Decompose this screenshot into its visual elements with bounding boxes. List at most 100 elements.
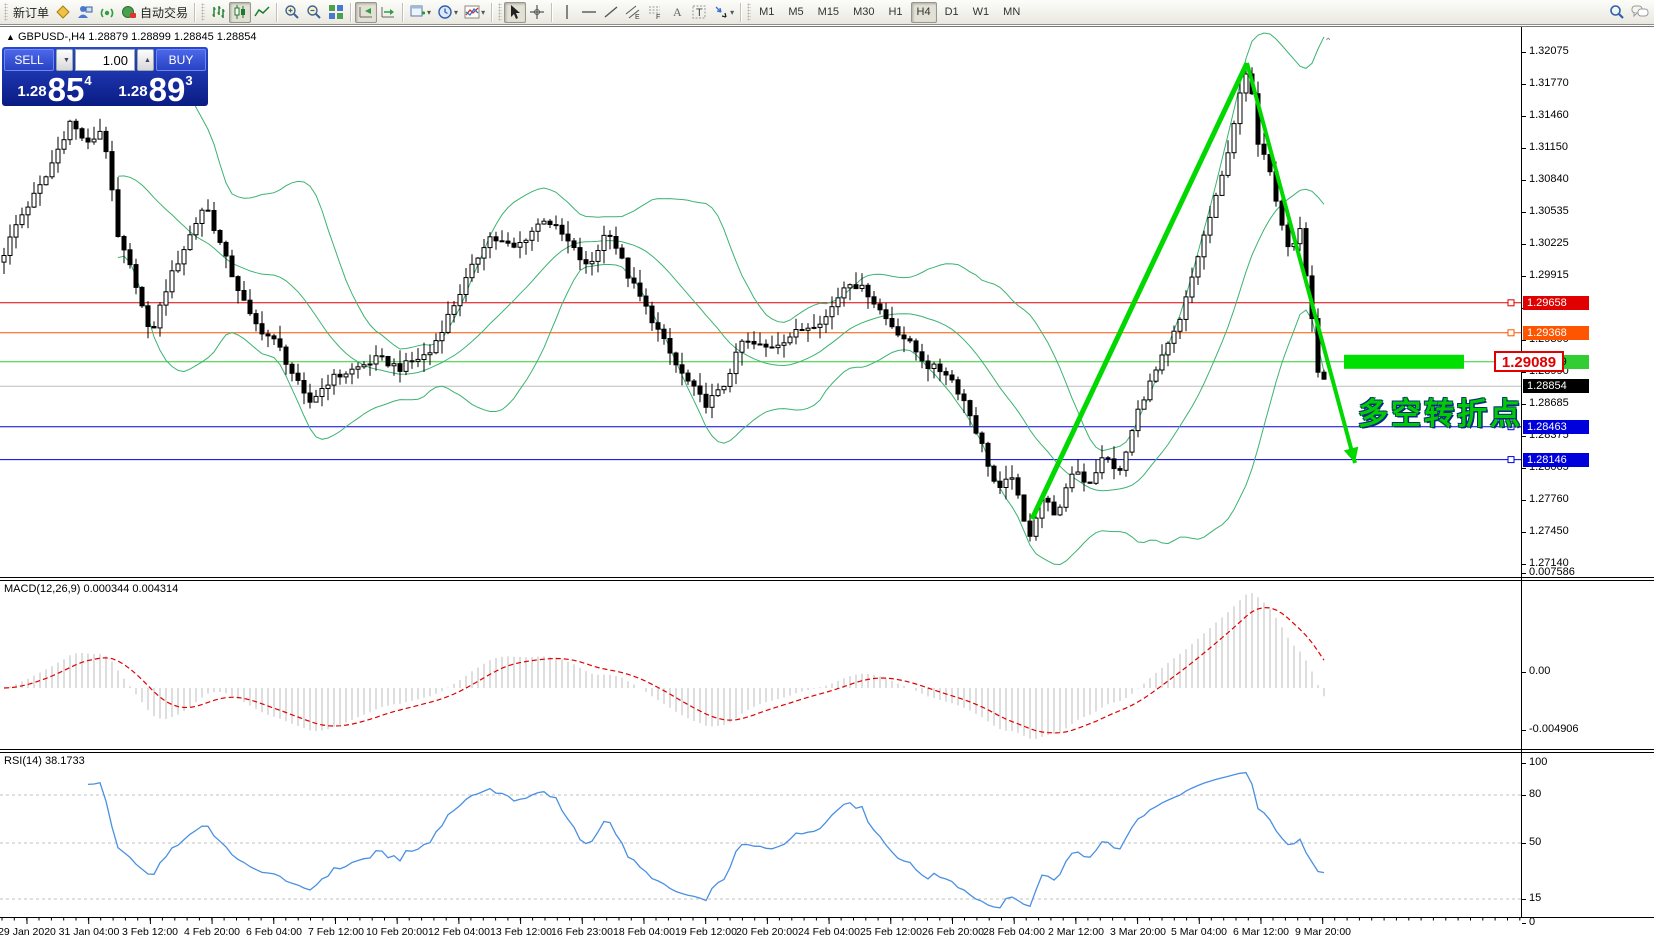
channel-icon[interactable]: E — [622, 2, 644, 23]
timeframe-MN[interactable]: MN — [997, 2, 1026, 23]
toolbar-grip — [4, 3, 8, 21]
price-line-badge: 1.28463 — [1523, 420, 1589, 434]
toolbar-separator — [350, 3, 352, 22]
arrows-button[interactable]: ▾ — [710, 2, 737, 23]
timeframe-W1[interactable]: W1 — [967, 2, 996, 23]
fibonacci-icon[interactable]: F — [644, 2, 666, 23]
crosshair-icon[interactable] — [526, 2, 548, 23]
chat-icon[interactable] — [1628, 2, 1652, 23]
sell-price[interactable]: 1.28 85 4 — [4, 72, 105, 103]
chevron-down-icon: ▾ — [427, 8, 431, 17]
price-line-badge: 1.29658 — [1523, 296, 1589, 310]
market-watch-icon[interactable] — [74, 2, 96, 23]
sell-button[interactable]: SELL — [4, 49, 54, 71]
chevron-down-icon: ▾ — [454, 8, 458, 17]
macd-label: MACD(12,26,9) 0.000344 0.004314 — [4, 583, 178, 595]
new-order-button[interactable]: 新订单 — [10, 2, 52, 23]
vertical-line-icon[interactable] — [556, 2, 578, 23]
volume-up-button[interactable]: ▲ — [137, 49, 154, 71]
timeframe-M1[interactable]: M1 — [753, 2, 780, 23]
toolbar-separator — [740, 3, 742, 22]
time-axis-label: 28 Feb 04:00 — [983, 926, 1045, 938]
chart-area: ▲ GBPUSD-,H4 1.28879 1.28899 1.28845 1.2… — [0, 26, 1654, 947]
metaquotes-icon[interactable] — [52, 2, 74, 23]
buy-price-prefix: 1.28 — [118, 83, 147, 100]
main-price-chart[interactable] — [0, 27, 1521, 577]
one-click-trading-panel: SELL ▼ ▲ BUY 1.28 85 4 1.28 89 3 — [2, 47, 208, 106]
buy-price-big: 89 — [149, 76, 186, 103]
symbol-quotes: 1.28879 1.28899 1.28845 1.28854 — [88, 31, 256, 43]
volume-input[interactable] — [75, 49, 135, 71]
time-axis-ticks — [0, 918, 1521, 926]
price-line-badge: 1.29368 — [1523, 326, 1589, 340]
toolbar-grip — [498, 3, 502, 21]
search-icon[interactable] — [1606, 2, 1628, 23]
line-chart-icon[interactable] — [251, 2, 273, 23]
plot-region[interactable] — [0, 27, 1521, 947]
macd-pane[interactable] — [0, 581, 1521, 749]
profiles-clock-button[interactable]: ▾ — [434, 2, 461, 23]
pane-splitter[interactable] — [0, 577, 1654, 581]
buy-price[interactable]: 1.28 89 3 — [105, 72, 206, 103]
sell-price-sup: 4 — [84, 73, 91, 88]
rsi-pane[interactable] — [0, 753, 1521, 917]
new-chart-icon — [410, 4, 426, 20]
candlestick-chart-icon[interactable] — [229, 2, 251, 23]
tile-windows-icon[interactable] — [325, 2, 347, 23]
price-axis-label: 1.30840 — [1529, 173, 1569, 185]
toolbar: 新订单 自动交易 ▾ ▾ ▾ E F A T ▾ M — [0, 0, 1654, 25]
trendline-icon[interactable] — [600, 2, 622, 23]
time-axis-label: 2 Mar 12:00 — [1048, 926, 1104, 938]
svg-text:E: E — [635, 14, 640, 20]
timeframe-M5[interactable]: M5 — [782, 2, 809, 23]
volume-down-button[interactable]: ▼ — [56, 49, 73, 71]
price-axis-label: 1.31150 — [1529, 141, 1568, 153]
arrows-icon — [713, 4, 729, 20]
svg-text:T: T — [696, 7, 703, 19]
price-axis-label: 1.30535 — [1529, 205, 1569, 217]
svg-text:A: A — [673, 5, 682, 19]
price-axis-label: 1.29915 — [1529, 269, 1569, 281]
horizontal-line-icon[interactable] — [578, 2, 600, 23]
new-chart-button[interactable]: ▾ — [407, 2, 434, 23]
timeframe-M15[interactable]: M15 — [812, 2, 845, 23]
time-axis-label: 5 Mar 04:00 — [1171, 926, 1227, 938]
time-axis-label: 24 Feb 04:00 — [798, 926, 860, 938]
buy-price-sup: 3 — [185, 73, 192, 88]
time-axis-label: 16 Feb 23:00 — [551, 926, 613, 938]
timeframe-M30[interactable]: M30 — [847, 2, 880, 23]
price-callout-label[interactable]: 1.29089 — [1494, 351, 1564, 372]
timeframe-D1[interactable]: D1 — [939, 2, 965, 23]
mt4-window: 新订单 自动交易 ▾ ▾ ▾ E F A T ▾ M — [0, 0, 1654, 947]
timeframe-H1[interactable]: H1 — [882, 2, 908, 23]
buy-button[interactable]: BUY — [156, 49, 206, 71]
turning-point-annotation[interactable]: 多空转折点 — [1358, 389, 1523, 433]
price-axis-label: 1.28685 — [1529, 397, 1569, 409]
price-axis-label: 1.31460 — [1529, 109, 1569, 121]
text-label-icon[interactable]: T — [688, 2, 710, 23]
timeframe-H4[interactable]: H4 — [911, 2, 937, 23]
chart-shift-icon[interactable] — [377, 2, 399, 23]
pane-splitter[interactable] — [0, 749, 1654, 753]
time-axis-label: 20 Feb 20:00 — [736, 926, 798, 938]
zoom-out-icon[interactable] — [303, 2, 325, 23]
toolbar-grip — [747, 3, 751, 21]
zoom-in-icon[interactable] — [281, 2, 303, 23]
price-axis[interactable]: 1.320751.317701.314601.311501.308401.305… — [1521, 27, 1654, 917]
signal-icon[interactable] — [96, 2, 118, 23]
bar-chart-icon[interactable] — [207, 2, 229, 23]
text-icon[interactable]: A — [666, 2, 688, 23]
macd-axis-label: 0.007586 — [1529, 566, 1575, 578]
indicators-button[interactable]: ▾ — [461, 2, 488, 23]
auto-scroll-icon[interactable] — [355, 2, 377, 23]
symbol-marker-icon: ▲ — [6, 32, 15, 42]
sell-price-big: 85 — [48, 76, 85, 103]
sell-price-prefix: 1.28 — [17, 83, 46, 100]
autotrade-button[interactable]: 自动交易 — [118, 2, 191, 23]
rsi-axis-label: 50 — [1529, 836, 1541, 848]
price-axis-label: 1.30225 — [1529, 237, 1569, 249]
macd-axis-label: 0.00 — [1529, 665, 1550, 677]
autotrade-icon — [121, 4, 137, 20]
cursor-icon[interactable] — [504, 2, 526, 23]
time-axis[interactable]: 29 Jan 202031 Jan 04:003 Feb 12:004 Feb … — [0, 917, 1654, 947]
